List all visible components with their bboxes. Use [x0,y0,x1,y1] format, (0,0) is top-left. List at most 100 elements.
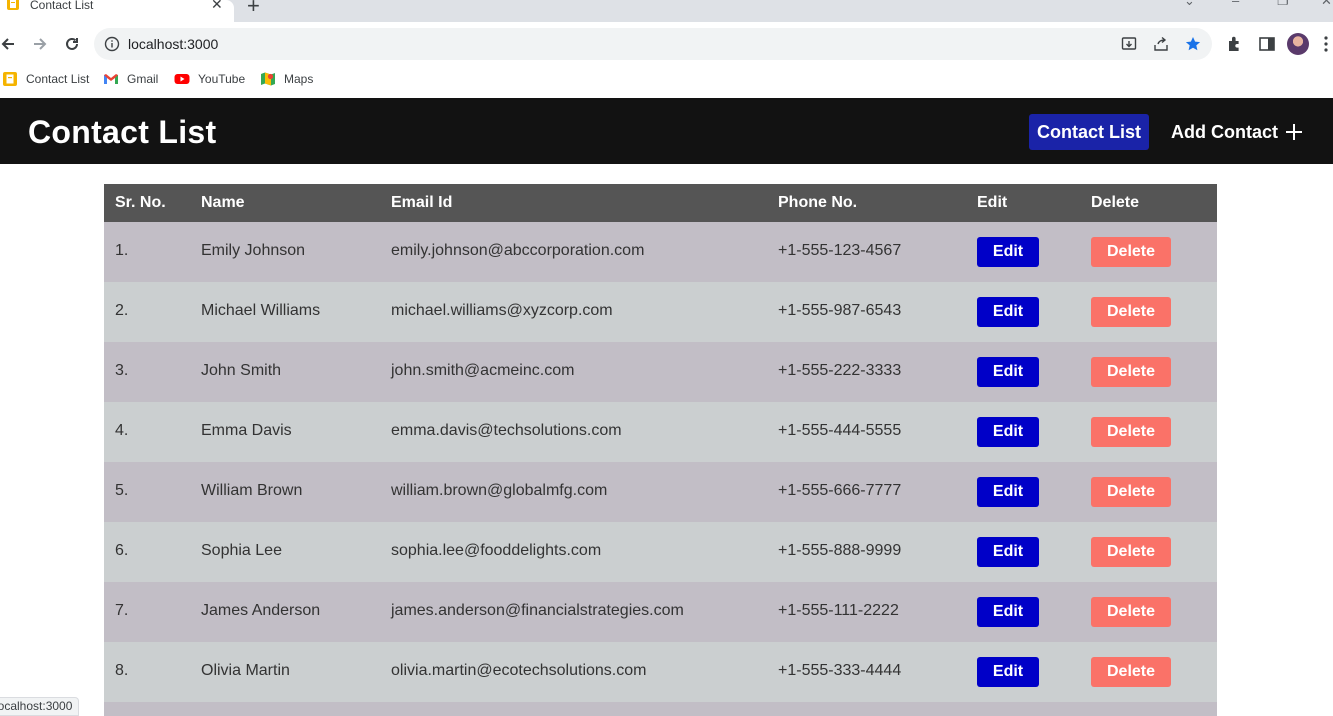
cell-phone: +1-555-987-6543 [778,302,902,319]
cell-sr-no: 4. [115,422,129,439]
delete-button[interactable]: Delete [1091,237,1171,267]
window-close-icon[interactable]: ✕ [1321,0,1332,9]
cell-sr-no: 5. [115,482,129,499]
site-info-icon[interactable] [104,36,120,52]
nav-contact-list-button[interactable]: Contact List [1029,114,1149,150]
edit-button[interactable]: Edit [977,297,1039,327]
profile-avatar[interactable] [1287,33,1309,55]
browser-tab-strip: Contact List ✕ + ⌄ – ❐ ✕ [0,0,1333,22]
column-header-phone: Phone No. [778,194,858,211]
table-row: 7. James Anderson james.anderson@financi… [104,582,1217,642]
tab-title: Contact List [30,0,94,12]
delete-button[interactable]: Delete [1091,537,1171,567]
gmail-icon [104,74,118,84]
install-app-icon[interactable] [1121,36,1137,52]
cell-name: John Smith [201,362,282,379]
bookmark-youtube[interactable]: YouTube [174,71,245,87]
bookmarks-bar: Contact List Gmail YouTube Maps [0,67,1333,91]
cell-phone: +1-555-123-4567 [778,242,902,259]
edit-button[interactable]: Edit [977,537,1039,567]
edit-button[interactable]: Edit [977,477,1039,507]
browser-toolbar: localhost:3000 [0,22,1333,67]
app-favicon-icon [7,0,19,10]
table-row: 6. Sophia Lee sophia.lee@fooddelights.co… [104,522,1217,582]
delete-button[interactable]: Delete [1091,597,1171,627]
edit-button[interactable]: Edit [977,657,1039,687]
maps-icon [261,72,275,86]
minimize-icon[interactable]: – [1232,0,1239,8]
plus-icon [1286,124,1302,140]
browser-tab[interactable]: Contact List ✕ [0,0,234,22]
cell-email: olivia.martin@ecotechsolutions.com [391,662,647,679]
forward-icon[interactable] [28,32,52,56]
status-url-text: localhost:3000 [0,699,73,713]
cell-email: michael.williams@xyzcorp.com [391,302,613,319]
contacts-table: Sr. No. Name Email Id Phone No. Edit Del… [104,184,1217,716]
delete-button[interactable]: Delete [1091,657,1171,687]
column-header-name: Name [201,194,245,211]
cell-sr-no: 2. [115,302,129,319]
table-row: 5. William Brown william.brown@globalmfg… [104,462,1217,522]
cell-name: William Brown [201,482,303,499]
table-row: 3. John Smith john.smith@acmeinc.com +1-… [104,342,1217,402]
nav-add-contact-label: Add Contact [1171,121,1278,142]
column-header-sr-no: Sr. No. [115,194,166,211]
cell-name: James Anderson [201,602,321,619]
reload-icon[interactable] [60,32,84,56]
bookmark-maps[interactable]: Maps [260,71,313,87]
cell-email: john.smith@acmeinc.com [391,362,575,379]
edit-button[interactable]: Edit [977,417,1039,447]
delete-button[interactable]: Delete [1091,417,1171,447]
column-header-delete: Delete [1091,194,1140,211]
column-header-edit: Edit [977,194,1008,211]
delete-button[interactable]: Delete [1091,357,1171,387]
cell-name: Emma Davis [201,422,292,439]
cell-email: emily.johnson@abccorporation.com [391,242,645,259]
tab-search-icon[interactable]: ⌄ [1184,0,1195,9]
bookmark-contact-list[interactable]: Contact List [2,71,89,87]
share-icon[interactable] [1153,36,1169,52]
cell-email: james.anderson@financialstrategies.com [391,602,684,619]
new-tab-icon[interactable]: + [247,0,260,19]
column-header-email: Email Id [391,194,453,211]
bookmark-label: Maps [284,72,314,86]
extensions-icon[interactable] [1225,34,1245,54]
cell-email: sophia.lee@fooddelights.com [391,542,602,559]
app-header: Contact List Contact List Add Contact [0,98,1333,164]
cell-name: Olivia Martin [201,662,290,679]
restore-icon[interactable]: ❐ [1277,0,1289,9]
edit-button[interactable]: Edit [977,357,1039,387]
cell-email: emma.davis@techsolutions.com [391,422,622,439]
app-favicon-icon [3,72,17,86]
youtube-icon [174,74,190,84]
back-icon[interactable] [0,32,20,56]
close-tab-icon[interactable]: ✕ [211,0,223,13]
cell-sr-no: 8. [115,662,129,679]
address-bar[interactable]: localhost:3000 [94,28,1212,60]
edit-button[interactable]: Edit [977,237,1039,267]
bookmark-gmail[interactable]: Gmail [103,71,158,87]
app-title: Contact List [28,114,217,150]
browser-menu-icon[interactable] [1324,36,1328,52]
edit-button[interactable]: Edit [977,597,1039,627]
table-row: 2. Michael Williams michael.williams@xyz… [104,282,1217,342]
cell-email: william.brown@globalmfg.com [391,482,608,499]
table-row-partial [104,702,1217,716]
cell-sr-no: 3. [115,362,129,379]
bookmark-star-icon[interactable] [1185,36,1201,52]
delete-button[interactable]: Delete [1091,297,1171,327]
cell-phone: +1-555-111-2222 [778,602,899,619]
url-text[interactable]: localhost:3000 [128,36,218,52]
cell-sr-no: 6. [115,542,129,559]
cell-name: Emily Johnson [201,242,306,259]
nav-add-contact-button[interactable]: Add Contact [1171,114,1303,150]
cell-phone: +1-555-666-7777 [778,482,902,499]
cell-name: Sophia Lee [201,542,282,559]
bookmark-label: Gmail [127,72,159,86]
bookmark-label: YouTube [198,72,246,86]
table-row: 4. Emma Davis emma.davis@techsolutions.c… [104,402,1217,462]
bookmark-label: Contact List [26,72,90,86]
side-panel-icon[interactable] [1257,34,1277,54]
delete-button[interactable]: Delete [1091,477,1171,507]
cell-name: Michael Williams [201,302,321,319]
